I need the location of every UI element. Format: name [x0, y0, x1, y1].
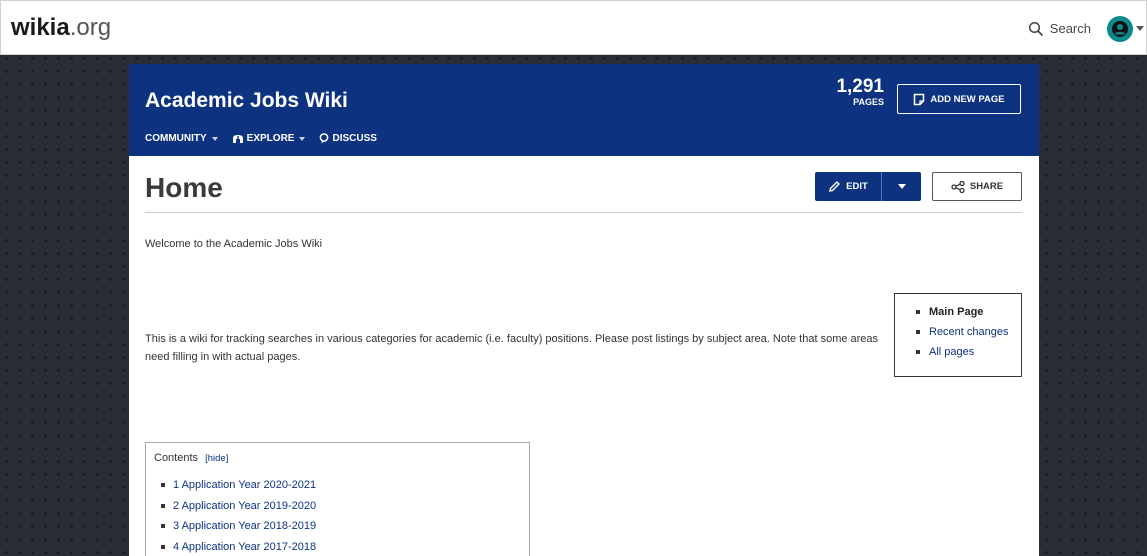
explore-icon	[232, 134, 243, 143]
user-avatar-icon[interactable]	[1107, 15, 1133, 42]
page-content: Home EDIT SHARE Welcome to the Academic …	[129, 156, 1039, 556]
wiki-header: Academic Jobs Wiki COMMUNITY EXPLORE DIS…	[129, 64, 1039, 156]
global-navigation: wikia.org Search	[0, 0, 1147, 55]
nav-discuss-label: DISCUSS	[332, 133, 377, 144]
toc-item[interactable]: 3 Application Year 2018-2019	[154, 516, 529, 537]
add-page-icon	[914, 93, 925, 105]
edit-label: EDIT	[846, 181, 868, 192]
table-of-contents: Contents [hide] 1 Application Year 2020-…	[145, 442, 530, 556]
chevron-down-icon[interactable]	[1136, 26, 1144, 31]
add-new-page-label: ADD NEW PAGE	[930, 93, 1005, 105]
toc-header: Contents [hide]	[154, 452, 529, 464]
global-nav-right: Search	[1028, 1, 1146, 56]
wiki-title[interactable]: Academic Jobs Wiki	[145, 89, 348, 113]
toc-item[interactable]: 2 Application Year 2019-2020	[154, 496, 529, 517]
logo-brand: wikia	[11, 13, 70, 41]
discuss-icon	[320, 133, 329, 144]
share-button[interactable]: SHARE	[932, 172, 1022, 201]
chevron-down-icon	[897, 184, 906, 189]
page-count-label: PAGES	[853, 97, 884, 107]
wikia-logo[interactable]: wikia.org	[11, 13, 112, 41]
edit-dropdown-button[interactable]	[882, 172, 921, 201]
toc-item[interactable]: 1 Application Year 2020-2021	[154, 475, 529, 496]
chevron-down-icon	[211, 136, 218, 141]
side-item-label: Recent changes	[929, 326, 1009, 338]
side-item-label: All pages	[929, 346, 975, 358]
share-label: SHARE	[969, 181, 1004, 192]
nav-community-label: COMMUNITY	[145, 133, 207, 144]
logo-tld: .org	[69, 13, 112, 41]
side-item-recent-changes[interactable]: Recent changes	[913, 322, 1021, 342]
page-count-number: 1,291	[836, 76, 884, 97]
add-new-page-button[interactable]: ADD NEW PAGE	[897, 84, 1021, 114]
toc-hide-link[interactable]: [hide]	[205, 453, 228, 464]
wiki-nav: COMMUNITY EXPLORE DISCUSS	[145, 133, 391, 144]
page-count: 1,291 PAGES	[832, 77, 884, 108]
intro-text: This is a wiki for tracking searches in …	[145, 333, 879, 363]
toc-heading: Contents	[154, 452, 199, 464]
chevron-down-icon	[299, 136, 306, 141]
side-item-label: Main Page	[929, 306, 984, 318]
edit-button[interactable]: EDIT	[815, 172, 882, 201]
side-item-all-pages[interactable]: All pages	[913, 342, 1021, 362]
title-divider	[145, 212, 1022, 213]
share-icon	[951, 180, 965, 193]
nav-explore-label: EXPLORE	[246, 133, 295, 144]
toc-item[interactable]: 4 Application Year 2017-2018	[154, 537, 529, 556]
search-label[interactable]: Search	[1050, 21, 1091, 36]
side-navigation-box: Main Page Recent changes All pages	[894, 293, 1022, 377]
page-title: Home	[145, 172, 223, 203]
search-icon[interactable]	[1028, 21, 1044, 37]
nav-discuss[interactable]: DISCUSS	[319, 133, 377, 144]
edit-button-group: EDIT	[815, 172, 921, 201]
side-item-main-page[interactable]: Main Page	[913, 302, 1021, 322]
welcome-text: Welcome to the Academic Jobs Wiki	[145, 238, 323, 250]
pencil-icon	[829, 181, 841, 192]
nav-community[interactable]: COMMUNITY	[145, 133, 218, 144]
nav-explore[interactable]: EXPLORE	[232, 133, 306, 144]
